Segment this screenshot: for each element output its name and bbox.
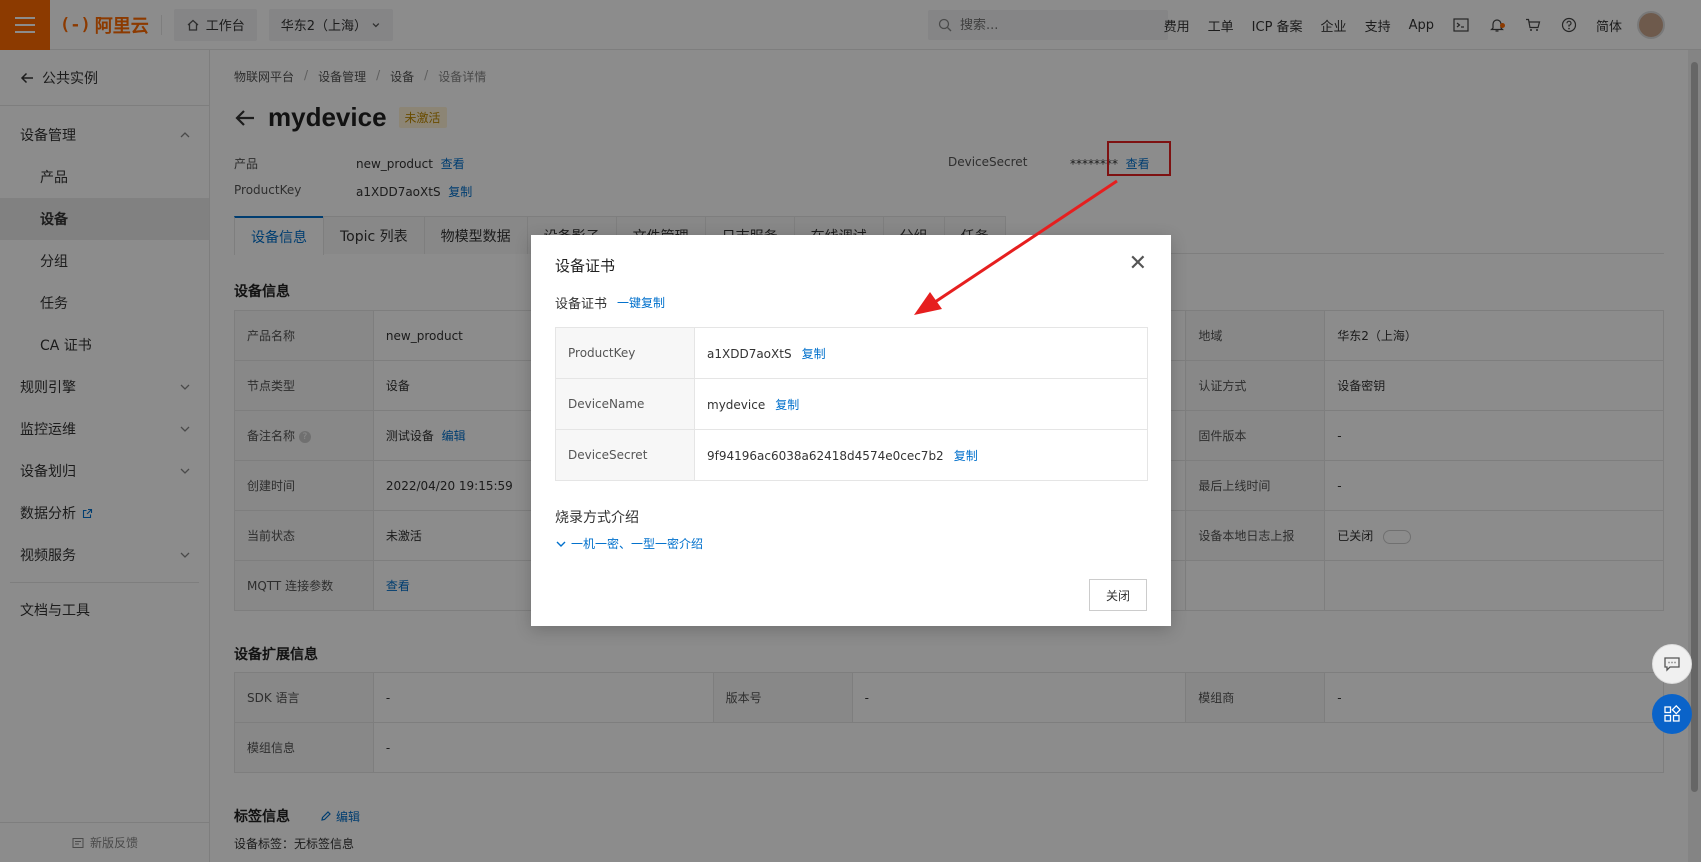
table-row: DeviceSecret 9f94196ac6038a62418d4574e0c…: [555, 429, 1148, 481]
app-grid-button[interactable]: [1652, 694, 1692, 734]
burn-intro-toggle[interactable]: 一机一密、一型一密介绍: [555, 535, 703, 552]
field-label: DeviceName: [555, 378, 695, 430]
field-value: a1XDD7aoXtS 复制: [694, 327, 1148, 379]
device-cert-modal: 设备证书 ✕ 设备证书 一键复制 ProductKey a1XDD7aoXtS 复…: [531, 235, 1171, 626]
copy-productkey-button[interactable]: 复制: [802, 347, 826, 361]
burn-title: 烧录方式介绍: [555, 510, 639, 526]
copy-all-link[interactable]: 一键复制: [617, 294, 665, 311]
copy-devicename-button[interactable]: 复制: [775, 398, 799, 412]
burn-intro-link: 一机一密、一型一密介绍: [571, 537, 704, 551]
modal-title: 设备证书: [555, 257, 616, 275]
cert-table: ProductKey a1XDD7aoXtS 复制 DeviceName myde…: [555, 327, 1148, 481]
field-label: ProductKey: [555, 327, 695, 379]
chat-button[interactable]: [1652, 644, 1692, 684]
field-label: DeviceSecret: [555, 429, 695, 481]
table-row: DeviceName mydevice 复制: [555, 378, 1148, 430]
table-row: ProductKey a1XDD7aoXtS 复制: [555, 327, 1148, 379]
chevron-down-icon: [556, 541, 566, 547]
close-icon[interactable]: ✕: [1129, 253, 1147, 275]
modal-subtitle-row: 设备证书 一键复制: [555, 293, 665, 312]
copy-devicesecret-button[interactable]: 复制: [954, 449, 978, 463]
app-grid-icon: [1664, 705, 1681, 722]
modal-subtitle: 设备证书: [555, 297, 608, 312]
close-button[interactable]: 关闭: [1089, 579, 1147, 611]
chat-icon: [1664, 657, 1680, 672]
field-value: 9f94196ac6038a62418d4574e0cec7b2 复制: [694, 429, 1148, 481]
field-value: mydevice 复制: [694, 378, 1148, 430]
